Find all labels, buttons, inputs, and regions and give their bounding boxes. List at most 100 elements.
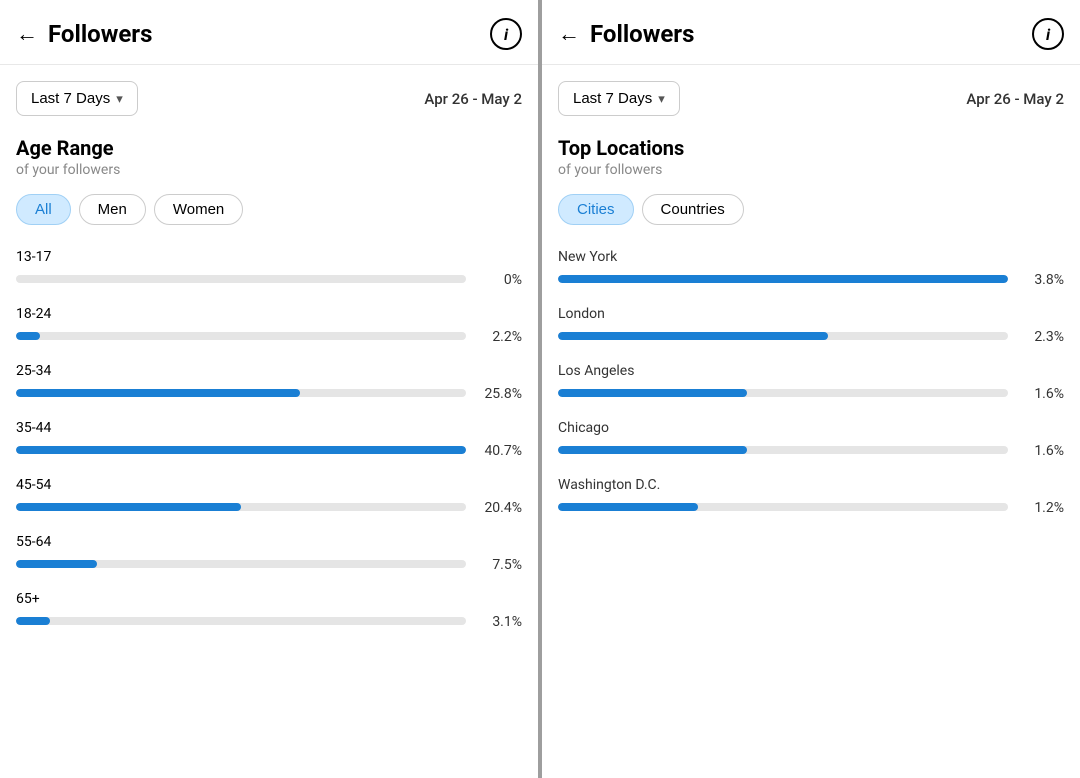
age-bar-fill	[16, 503, 241, 511]
right-section-title: Top Locations	[558, 136, 1064, 160]
right-date-row: Last 7 Days ▾ Apr 26 - May 2	[558, 81, 1064, 116]
right-page-title: Followers	[590, 20, 694, 48]
age-bar-row: 35-44 40.7%	[16, 420, 522, 459]
age-bar-pct: 2.2%	[474, 329, 522, 345]
location-bar-row: Chicago 1.6%	[558, 420, 1064, 459]
left-panel: ← Followers i Last 7 Days ▾ Apr 26 - May…	[0, 0, 538, 778]
tab-men[interactable]: Men	[79, 194, 146, 225]
location-bar-fill	[558, 503, 698, 511]
left-header: ← Followers i	[0, 0, 538, 65]
tab-countries[interactable]: Countries	[642, 194, 744, 225]
age-bar-row: 65+ 3.1%	[16, 591, 522, 630]
location-bar-track	[558, 275, 1008, 283]
right-back-button[interactable]: ←	[558, 21, 580, 47]
location-bar-container: 3.8%	[558, 270, 1064, 288]
age-bar-label: 35-44	[16, 420, 522, 436]
location-bar-track	[558, 332, 1008, 340]
right-chevron-icon: ▾	[658, 91, 665, 107]
location-bar-pct: 1.6%	[1016, 386, 1064, 402]
location-city-label: Los Angeles	[558, 363, 1064, 379]
age-bar-pct: 3.1%	[474, 614, 522, 630]
age-bar-track	[16, 503, 466, 511]
age-bar-fill	[16, 617, 50, 625]
age-bar-container: 0%	[16, 270, 522, 288]
location-bar-track	[558, 446, 1008, 454]
age-bar-row: 55-64 7.5%	[16, 534, 522, 573]
tab-all[interactable]: All	[16, 194, 71, 225]
age-bar-track-wrap	[16, 617, 466, 625]
location-bar-track	[558, 503, 1008, 511]
location-bar-track	[558, 389, 1008, 397]
age-bar-pct: 40.7%	[474, 443, 522, 459]
location-bar-row: Washington D.C. 1.2%	[558, 477, 1064, 516]
left-back-button[interactable]: ←	[16, 21, 38, 47]
age-bar-pct: 7.5%	[474, 557, 522, 573]
left-section-title: Age Range	[16, 136, 522, 160]
left-content: Last 7 Days ▾ Apr 26 - May 2 Age Range o…	[0, 65, 538, 778]
age-bar-label: 65+	[16, 591, 522, 607]
location-bar-container: 2.3%	[558, 327, 1064, 345]
location-bar-pct: 2.3%	[1016, 329, 1064, 345]
location-bar-pct: 1.2%	[1016, 500, 1064, 516]
location-city-label: Washington D.C.	[558, 477, 1064, 493]
right-date-button[interactable]: Last 7 Days ▾	[558, 81, 680, 116]
left-date-button[interactable]: Last 7 Days ▾	[16, 81, 138, 116]
age-bar-track	[16, 446, 466, 454]
age-bar-pct: 0%	[474, 272, 522, 288]
right-panel: ← Followers i Last 7 Days ▾ Apr 26 - May…	[542, 0, 1080, 778]
left-date-range: Apr 26 - May 2	[424, 90, 522, 108]
age-bar-fill	[16, 446, 466, 454]
location-city-label: London	[558, 306, 1064, 322]
age-bar-container: 20.4%	[16, 498, 522, 516]
location-bar-fill	[558, 389, 747, 397]
left-section-subtitle: of your followers	[16, 162, 522, 178]
age-bar-track-wrap	[16, 389, 466, 397]
age-bar-track-wrap	[16, 446, 466, 454]
tab-cities[interactable]: Cities	[558, 194, 634, 225]
location-bar-fill	[558, 446, 747, 454]
right-header: ← Followers i	[542, 0, 1080, 65]
age-bar-track-wrap	[16, 560, 466, 568]
location-bars-container: New York 3.8% London 2.3% Los Angeles	[558, 249, 1064, 516]
age-bar-track	[16, 332, 466, 340]
location-bar-track-wrap	[558, 332, 1008, 340]
location-bar-container: 1.6%	[558, 384, 1064, 402]
left-info-button[interactable]: i	[490, 18, 522, 50]
right-date-range: Apr 26 - May 2	[966, 90, 1064, 108]
age-bar-container: 7.5%	[16, 555, 522, 573]
location-bar-pct: 1.6%	[1016, 443, 1064, 459]
age-bar-fill	[16, 332, 40, 340]
age-bar-container: 3.1%	[16, 612, 522, 630]
location-bar-fill	[558, 332, 828, 340]
age-bar-row: 45-54 20.4%	[16, 477, 522, 516]
right-tab-group: Cities Countries	[558, 194, 1064, 225]
left-tab-group: All Men Women	[16, 194, 522, 225]
age-bar-label: 18-24	[16, 306, 522, 322]
age-bar-track	[16, 617, 466, 625]
left-date-row: Last 7 Days ▾ Apr 26 - May 2	[16, 81, 522, 116]
left-date-label: Last 7 Days	[31, 90, 110, 107]
left-chevron-icon: ▾	[116, 91, 123, 107]
right-section-subtitle: of your followers	[558, 162, 1064, 178]
age-bar-label: 25-34	[16, 363, 522, 379]
age-bar-track-wrap	[16, 332, 466, 340]
age-bar-track-wrap	[16, 275, 466, 283]
age-bar-container: 40.7%	[16, 441, 522, 459]
right-date-label: Last 7 Days	[573, 90, 652, 107]
location-bar-fill	[558, 275, 1008, 283]
location-bar-pct: 3.8%	[1016, 272, 1064, 288]
location-bar-container: 1.2%	[558, 498, 1064, 516]
age-bar-container: 2.2%	[16, 327, 522, 345]
right-content: Last 7 Days ▾ Apr 26 - May 2 Top Locatio…	[542, 65, 1080, 778]
location-bar-track-wrap	[558, 446, 1008, 454]
age-bar-label: 13-17	[16, 249, 522, 265]
age-bar-row: 13-17 0%	[16, 249, 522, 288]
location-bar-track-wrap	[558, 389, 1008, 397]
location-bar-container: 1.6%	[558, 441, 1064, 459]
age-bar-row: 18-24 2.2%	[16, 306, 522, 345]
age-bar-pct: 20.4%	[474, 500, 522, 516]
tab-women[interactable]: Women	[154, 194, 243, 225]
age-bar-track	[16, 275, 466, 283]
location-bar-track-wrap	[558, 503, 1008, 511]
right-info-button[interactable]: i	[1032, 18, 1064, 50]
